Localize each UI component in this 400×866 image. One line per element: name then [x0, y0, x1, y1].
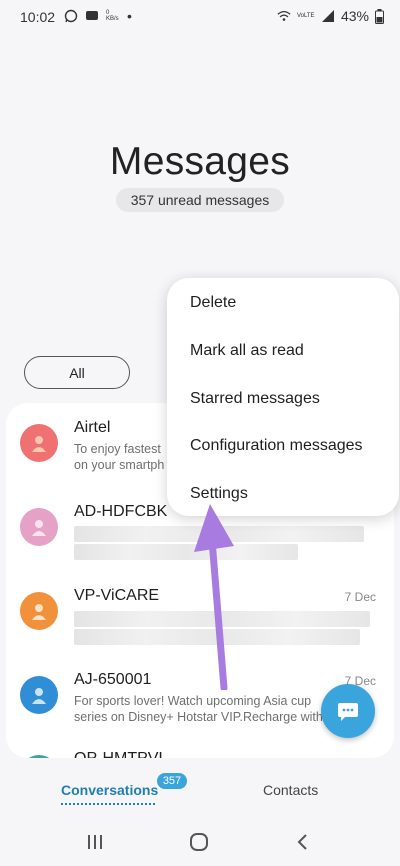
- tab-conversations[interactable]: Conversations: [61, 782, 158, 798]
- back-icon[interactable]: [296, 833, 310, 851]
- wifi-icon: [277, 10, 291, 21]
- person-icon: [32, 604, 46, 620]
- network-label: VoLTE: [296, 12, 315, 19]
- conversation-name: AJ-650001: [74, 671, 152, 688]
- conversation-row[interactable]: QP-HMTPVL: [6, 741, 394, 758]
- unread-count: 357 unread messages: [116, 188, 284, 212]
- message-icon: [86, 11, 98, 20]
- compose-message-button[interactable]: [321, 684, 375, 738]
- person-icon: [32, 436, 46, 452]
- menu-item-delete[interactable]: Delete: [190, 294, 236, 312]
- tab-active-indicator: [61, 803, 155, 805]
- person-icon: [32, 520, 46, 536]
- status-time: 10:02: [20, 9, 56, 25]
- avatar: [20, 508, 58, 546]
- chat-bubble-icon: [338, 703, 358, 721]
- system-icons: VoLTE 43%: [277, 8, 384, 24]
- conversation-date: 7 Dec: [344, 590, 376, 604]
- network-speed: 0 KB/s: [106, 10, 119, 22]
- overflow-menu: Delete Mark all as read Starred messages…: [167, 278, 399, 516]
- conversation-name: Airtel: [74, 419, 111, 436]
- notification-icons: 0 KB/s •: [64, 8, 132, 24]
- menu-item-starred-messages[interactable]: Starred messages: [190, 390, 320, 408]
- battery-icon: [375, 8, 384, 24]
- conversation-row[interactable]: VP-ViCARE 7 Dec: [6, 577, 394, 657]
- tab-contacts[interactable]: Contacts: [263, 782, 318, 798]
- recent-apps-icon[interactable]: [86, 834, 104, 850]
- avatar: [20, 676, 58, 714]
- system-nav-bar: [0, 818, 400, 866]
- signal-icon: [321, 10, 334, 22]
- menu-item-configuration-messages[interactable]: Configuration messages: [190, 437, 363, 455]
- conversation-name: QP-HMTPVL: [74, 750, 167, 758]
- unread-badge: 357: [157, 773, 187, 789]
- avatar: [20, 592, 58, 630]
- status-bar: 10:02 0 KB/s • VoLTE 43%: [0, 0, 400, 34]
- blurred-preview: [74, 544, 298, 560]
- dot-icon: •: [127, 8, 132, 24]
- menu-item-mark-all-read[interactable]: Mark all as read: [190, 342, 304, 360]
- filter-all-button[interactable]: All: [24, 356, 130, 389]
- home-icon[interactable]: [189, 832, 209, 852]
- avatar: [20, 424, 58, 462]
- person-icon: [32, 688, 46, 704]
- menu-item-settings[interactable]: Settings: [190, 485, 248, 503]
- conversation-name: AD-HDFCBK: [74, 503, 168, 520]
- bottom-tabs: Conversations 357 Contacts: [0, 758, 400, 818]
- blurred-preview: [74, 526, 364, 542]
- battery-percent: 43%: [340, 8, 369, 24]
- blurred-preview: [74, 611, 370, 627]
- page-title: Messages: [109, 140, 291, 183]
- blurred-preview: [74, 629, 360, 645]
- conversation-name: VP-ViCARE: [74, 587, 160, 604]
- whatsapp-icon: [64, 9, 78, 23]
